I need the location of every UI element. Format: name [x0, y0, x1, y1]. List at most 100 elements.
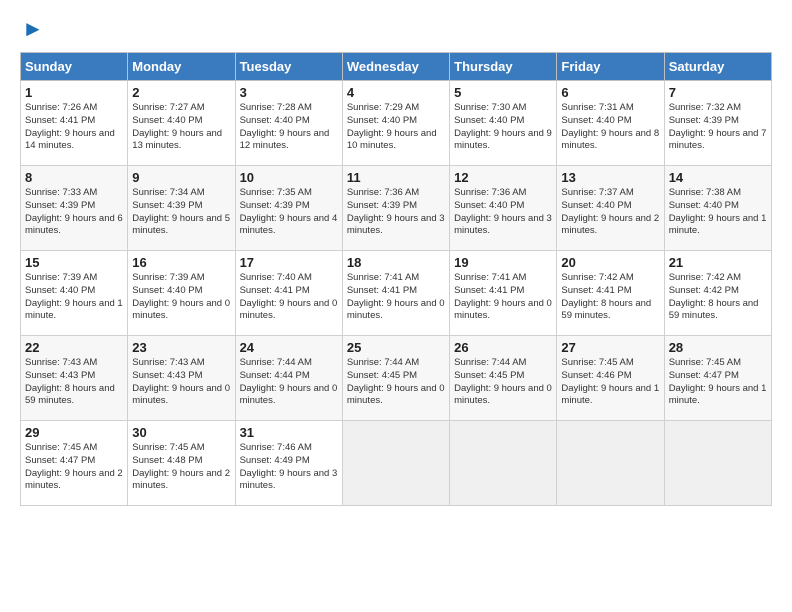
calendar-cell: 25Sunrise: 7:44 AMSunset: 4:45 PMDayligh…: [342, 336, 449, 421]
calendar-cell: 20 Sunrise: 7:42 AMSunset: 4:41 PMDayligh…: [557, 251, 664, 336]
day-info: Sunrise: 7:38 AMSunset: 4:40 PMDaylight:…: [669, 187, 767, 238]
day-number: 21: [669, 255, 767, 270]
calendar-header-friday: Friday: [557, 53, 664, 81]
day-number: 27: [561, 340, 659, 355]
calendar-cell: 1 Sunrise: 7:26 AMSunset: 4:41 PMDaylight…: [21, 81, 128, 166]
day-number: 11: [347, 170, 445, 185]
calendar-cell: [664, 421, 771, 506]
calendar-cell: 30Sunrise: 7:45 AMSunset: 4:48 PMDayligh…: [128, 421, 235, 506]
calendar-cell: [342, 421, 449, 506]
calendar-cell: 5 Sunrise: 7:30 AMSunset: 4:40 PMDaylight…: [450, 81, 557, 166]
calendar-header-tuesday: Tuesday: [235, 53, 342, 81]
day-info: Sunrise: 7:37 AMSunset: 4:40 PMDaylight:…: [561, 187, 659, 238]
day-info: Sunrise: 7:43 AMSunset: 4:43 PMDaylight:…: [132, 357, 230, 408]
day-number: 1: [25, 85, 123, 100]
day-number: 29: [25, 425, 123, 440]
day-info: Sunrise: 7:43 AMSunset: 4:43 PMDaylight:…: [25, 357, 123, 408]
calendar-week-row: 1 Sunrise: 7:26 AMSunset: 4:41 PMDaylight…: [21, 81, 772, 166]
calendar-header-wednesday: Wednesday: [342, 53, 449, 81]
logo-bird-icon: ►: [22, 16, 44, 42]
day-number: 25: [347, 340, 445, 355]
calendar-cell: 7 Sunrise: 7:32 AMSunset: 4:39 PMDaylight…: [664, 81, 771, 166]
day-info: Sunrise: 7:32 AMSunset: 4:39 PMDaylight:…: [669, 102, 767, 153]
day-info: Sunrise: 7:31 AMSunset: 4:40 PMDaylight:…: [561, 102, 659, 153]
calendar-cell: 6 Sunrise: 7:31 AMSunset: 4:40 PMDaylight…: [557, 81, 664, 166]
day-number: 19: [454, 255, 552, 270]
day-info: Sunrise: 7:39 AMSunset: 4:40 PMDaylight:…: [25, 272, 123, 323]
day-info: Sunrise: 7:40 AMSunset: 4:41 PMDaylight:…: [240, 272, 338, 323]
day-info: Sunrise: 7:36 AMSunset: 4:40 PMDaylight:…: [454, 187, 552, 238]
calendar-cell: 15Sunrise: 7:39 AMSunset: 4:40 PMDayligh…: [21, 251, 128, 336]
calendar-week-row: 8Sunrise: 7:33 AMSunset: 4:39 PMDaylight…: [21, 166, 772, 251]
calendar-cell: 4Sunrise: 7:29 AMSunset: 4:40 PMDaylight…: [342, 81, 449, 166]
day-info: Sunrise: 7:41 AMSunset: 4:41 PMDaylight:…: [454, 272, 552, 323]
calendar-cell: 31 Sunrise: 7:46 AMSunset: 4:49 PMDayligh…: [235, 421, 342, 506]
day-number: 17: [240, 255, 338, 270]
day-info: Sunrise: 7:45 AMSunset: 4:48 PMDaylight:…: [132, 442, 230, 493]
day-info: Sunrise: 7:41 AMSunset: 4:41 PMDaylight:…: [347, 272, 445, 323]
calendar-cell: 19 Sunrise: 7:41 AMSunset: 4:41 PMDayligh…: [450, 251, 557, 336]
day-number: 13: [561, 170, 659, 185]
day-info: Sunrise: 7:28 AMSunset: 4:40 PMDaylight:…: [240, 102, 338, 153]
calendar-cell: 18 Sunrise: 7:41 AMSunset: 4:41 PMDayligh…: [342, 251, 449, 336]
calendar-cell: 22 Sunrise: 7:43 AMSunset: 4:43 PMDayligh…: [21, 336, 128, 421]
day-number: 20: [561, 255, 659, 270]
day-number: 23: [132, 340, 230, 355]
day-number: 26: [454, 340, 552, 355]
day-info: Sunrise: 7:27 AMSunset: 4:40 PMDaylight:…: [132, 102, 230, 153]
day-info: Sunrise: 7:45 AMSunset: 4:47 PMDaylight:…: [25, 442, 123, 493]
calendar-cell: 12Sunrise: 7:36 AMSunset: 4:40 PMDayligh…: [450, 166, 557, 251]
calendar-cell: 23 Sunrise: 7:43 AMSunset: 4:43 PMDayligh…: [128, 336, 235, 421]
day-number: 22: [25, 340, 123, 355]
day-info: Sunrise: 7:34 AMSunset: 4:39 PMDaylight:…: [132, 187, 230, 238]
day-info: Sunrise: 7:45 AMSunset: 4:47 PMDaylight:…: [669, 357, 767, 408]
day-info: Sunrise: 7:39 AMSunset: 4:40 PMDaylight:…: [132, 272, 230, 323]
day-info: Sunrise: 7:35 AMSunset: 4:39 PMDaylight:…: [240, 187, 338, 238]
day-info: Sunrise: 7:29 AMSunset: 4:40 PMDaylight:…: [347, 102, 445, 153]
calendar-cell: 17 Sunrise: 7:40 AMSunset: 4:41 PMDayligh…: [235, 251, 342, 336]
calendar-cell: 8Sunrise: 7:33 AMSunset: 4:39 PMDaylight…: [21, 166, 128, 251]
calendar-header-monday: Monday: [128, 53, 235, 81]
day-number: 9: [132, 170, 230, 185]
calendar-cell: 24Sunrise: 7:44 AMSunset: 4:44 PMDayligh…: [235, 336, 342, 421]
day-info: Sunrise: 7:45 AMSunset: 4:46 PMDaylight:…: [561, 357, 659, 408]
calendar-cell: 27 Sunrise: 7:45 AMSunset: 4:46 PMDayligh…: [557, 336, 664, 421]
calendar-cell: 9 Sunrise: 7:34 AMSunset: 4:39 PMDaylight…: [128, 166, 235, 251]
calendar-week-row: 22 Sunrise: 7:43 AMSunset: 4:43 PMDayligh…: [21, 336, 772, 421]
day-number: 31: [240, 425, 338, 440]
day-number: 8: [25, 170, 123, 185]
calendar-cell: [450, 421, 557, 506]
calendar-cell: 3 Sunrise: 7:28 AMSunset: 4:40 PMDaylight…: [235, 81, 342, 166]
calendar-cell: 28 Sunrise: 7:45 AMSunset: 4:47 PMDayligh…: [664, 336, 771, 421]
day-number: 14: [669, 170, 767, 185]
calendar-header-saturday: Saturday: [664, 53, 771, 81]
calendar-cell: 11 Sunrise: 7:36 AMSunset: 4:39 PMDayligh…: [342, 166, 449, 251]
day-number: 18: [347, 255, 445, 270]
day-number: 3: [240, 85, 338, 100]
day-info: Sunrise: 7:26 AMSunset: 4:41 PMDaylight:…: [25, 102, 123, 153]
calendar-header-thursday: Thursday: [450, 53, 557, 81]
day-info: Sunrise: 7:36 AMSunset: 4:39 PMDaylight:…: [347, 187, 445, 238]
logo: ►: [20, 16, 44, 42]
day-number: 10: [240, 170, 338, 185]
day-info: Sunrise: 7:42 AMSunset: 4:42 PMDaylight:…: [669, 272, 767, 323]
calendar-cell: [557, 421, 664, 506]
day-number: 2: [132, 85, 230, 100]
calendar-header-sunday: Sunday: [21, 53, 128, 81]
calendar-cell: 21 Sunrise: 7:42 AMSunset: 4:42 PMDayligh…: [664, 251, 771, 336]
day-info: Sunrise: 7:42 AMSunset: 4:41 PMDaylight:…: [561, 272, 659, 323]
day-info: Sunrise: 7:30 AMSunset: 4:40 PMDaylight:…: [454, 102, 552, 153]
day-number: 5: [454, 85, 552, 100]
day-info: Sunrise: 7:44 AMSunset: 4:44 PMDaylight:…: [240, 357, 338, 408]
day-number: 6: [561, 85, 659, 100]
day-number: 7: [669, 85, 767, 100]
day-info: Sunrise: 7:46 AMSunset: 4:49 PMDaylight:…: [240, 442, 338, 493]
calendar-header-row: SundayMondayTuesdayWednesdayThursdayFrid…: [21, 53, 772, 81]
day-number: 28: [669, 340, 767, 355]
calendar-week-row: 29 Sunrise: 7:45 AMSunset: 4:47 PMDayligh…: [21, 421, 772, 506]
calendar-cell: 29 Sunrise: 7:45 AMSunset: 4:47 PMDayligh…: [21, 421, 128, 506]
calendar-table: SundayMondayTuesdayWednesdayThursdayFrid…: [20, 52, 772, 506]
calendar-cell: 10 Sunrise: 7:35 AMSunset: 4:39 PMDayligh…: [235, 166, 342, 251]
day-info: Sunrise: 7:44 AMSunset: 4:45 PMDaylight:…: [454, 357, 552, 408]
calendar-cell: 13 Sunrise: 7:37 AMSunset: 4:40 PMDayligh…: [557, 166, 664, 251]
